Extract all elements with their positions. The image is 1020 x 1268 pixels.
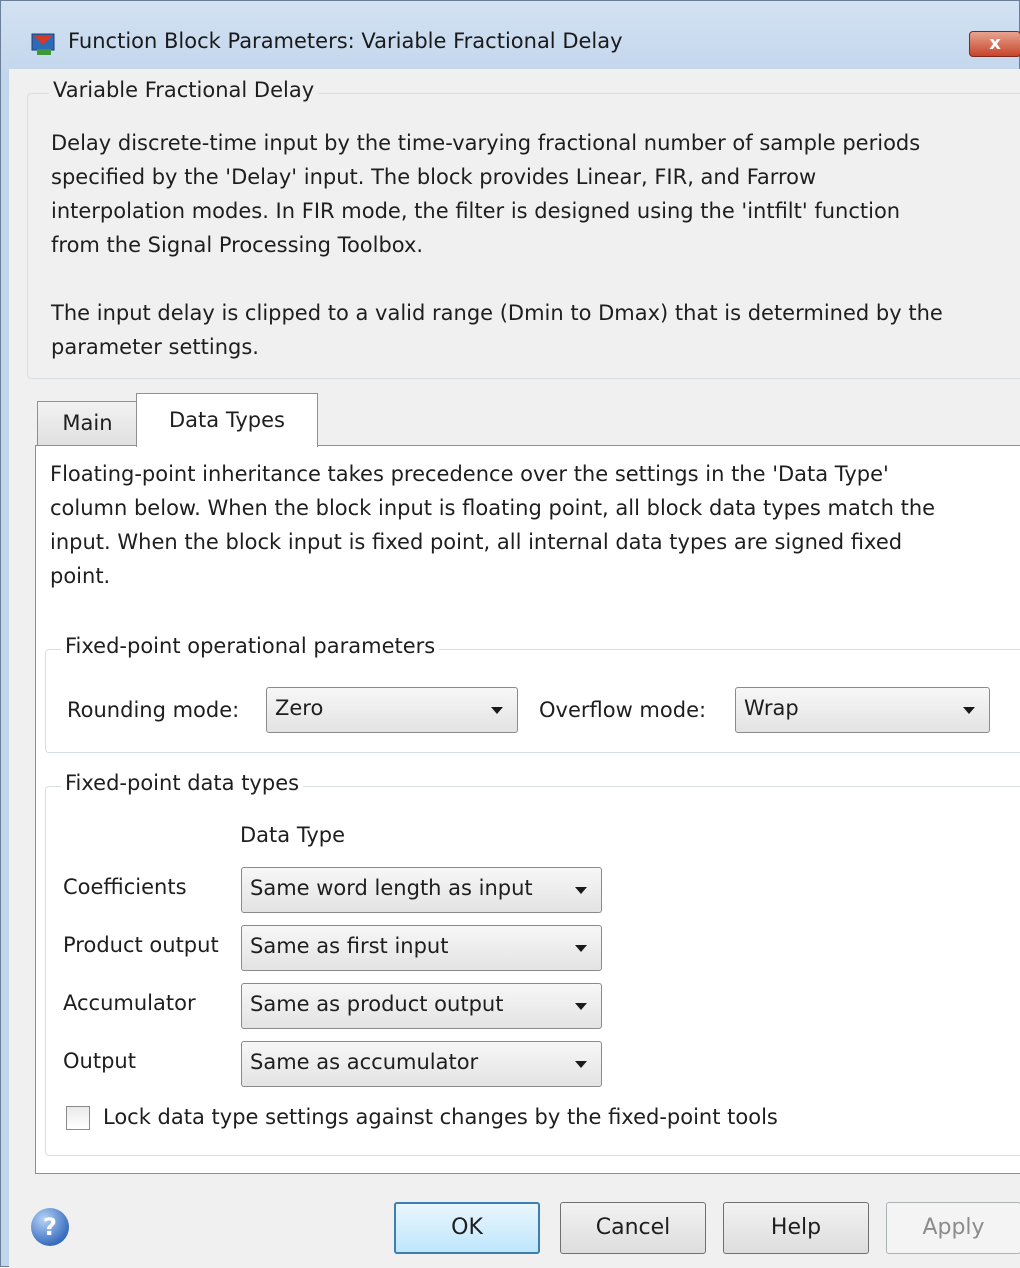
product-output-select[interactable]: Same as first input [241, 925, 602, 971]
window-title: Function Block Parameters: Variable Frac… [68, 29, 623, 53]
help-button[interactable]: Help [723, 1202, 869, 1254]
coefficients-label: Coefficients [63, 875, 187, 899]
description-paragraph-1: Delay discrete-time input by the time-va… [51, 131, 921, 257]
overflow-mode-select[interactable]: Wrap [735, 687, 990, 733]
lock-data-types-checkbox[interactable] [66, 1106, 90, 1130]
rounding-mode-select[interactable]: Zero [266, 687, 518, 733]
chevron-down-icon [575, 887, 587, 894]
chevron-down-icon [575, 1003, 587, 1010]
accumulator-value: Same as product output [250, 992, 504, 1016]
chevron-down-icon [575, 1061, 587, 1068]
overflow-mode-label: Overflow mode: [539, 698, 707, 722]
product-output-value: Same as first input [250, 934, 449, 958]
output-value: Same as accumulator [250, 1050, 479, 1074]
chevron-down-icon [963, 707, 975, 714]
tab-main[interactable]: Main [37, 401, 138, 445]
data-type-column-header: Data Type [240, 823, 346, 847]
data-types-intro: Floating-point inheritance takes precede… [50, 462, 936, 588]
tab-data-types[interactable]: Data Types [136, 393, 318, 447]
overflow-mode-value: Wrap [744, 696, 799, 720]
product-output-label: Product output [63, 933, 219, 957]
rounding-mode-label: Rounding mode: [67, 698, 240, 722]
data-types-group [45, 786, 1020, 1156]
ok-button[interactable]: OK [394, 1202, 540, 1254]
rounding-mode-value: Zero [275, 696, 324, 720]
accumulator-select[interactable]: Same as product output [241, 983, 602, 1029]
chevron-down-icon [575, 945, 587, 952]
operational-parameters-title: Fixed-point operational parameters [61, 634, 440, 658]
description-group-title: Variable Fractional Delay [49, 78, 319, 102]
output-select[interactable]: Same as accumulator [241, 1041, 602, 1087]
simulink-block-icon [31, 33, 55, 55]
chevron-down-icon [491, 707, 503, 714]
description-paragraph-2: The input delay is clipped to a valid ra… [51, 301, 943, 359]
dialog-window: Function Block Parameters: Variable Frac… [0, 0, 1020, 1268]
lock-data-types-label[interactable]: Lock data type settings against changes … [103, 1105, 778, 1129]
output-label: Output [63, 1049, 136, 1073]
coefficients-select[interactable]: Same word length as input [241, 867, 602, 913]
data-types-group-title: Fixed-point data types [61, 771, 304, 795]
accumulator-label: Accumulator [63, 991, 196, 1015]
coefficients-value: Same word length as input [250, 876, 533, 900]
close-button[interactable]: x [969, 31, 1020, 57]
apply-button[interactable]: Apply [886, 1202, 1020, 1254]
cancel-button[interactable]: Cancel [560, 1202, 706, 1254]
help-icon[interactable]: ? [31, 1208, 69, 1246]
